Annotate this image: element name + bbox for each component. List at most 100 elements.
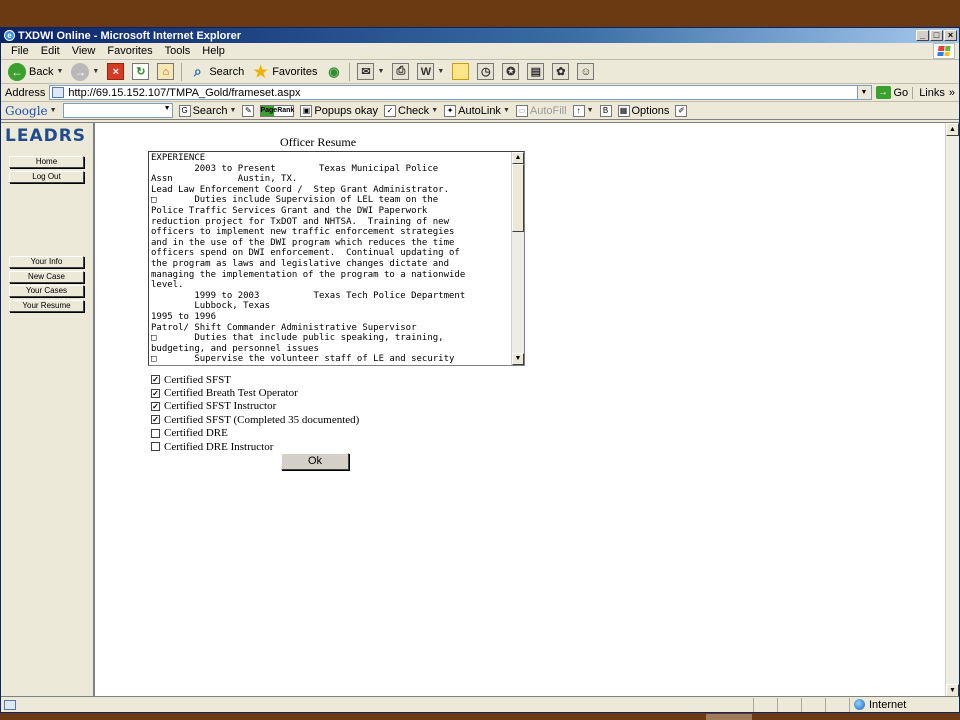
blogger-button[interactable]: B (599, 104, 612, 117)
security-zone[interactable]: Internet (849, 697, 959, 712)
mail-button[interactable]: ✉ ▼ (354, 61, 387, 83)
news-button[interactable]: ✎ (242, 104, 255, 117)
favorites-button[interactable]: ★ Favorites (249, 61, 320, 83)
maximize-button[interactable]: □ (930, 30, 943, 41)
google-search-dropdown-icon: ▼ (229, 107, 237, 114)
sidebar-item-home[interactable]: Home (9, 156, 84, 168)
print-icon: ⎙ (392, 63, 410, 80)
address-input[interactable]: http://69.15.152.107/TMPA_Gold/frameset.… (49, 85, 872, 100)
cert-label: Certified SFST (Completed 35 documented) (164, 413, 360, 426)
mail-dropdown-icon[interactable]: ▼ (377, 68, 384, 75)
medal-icon: ✿ (552, 63, 570, 80)
go-button[interactable]: → Go (875, 86, 908, 99)
star-icon: ★ (253, 63, 268, 81)
cert-row: ✓ Certified Breath Test Operator (151, 386, 359, 399)
resume-text: EXPERIENCE 2003 to Present Texas Municip… (151, 153, 466, 365)
go-arrow-icon: → (875, 86, 891, 99)
cert-checkbox[interactable]: ✓ (151, 415, 160, 425)
home-icon: ⌂ (157, 63, 175, 80)
award-button[interactable]: ✿ (549, 61, 572, 83)
popups-button[interactable]: ▣ Popups okay (300, 104, 378, 117)
ok-button[interactable]: Ok (281, 453, 349, 470)
sidebar-item-log-out[interactable]: Log Out (9, 171, 84, 183)
page-scroll-up-icon[interactable]: ▲ (946, 123, 959, 136)
page-title: Officer Resume (280, 135, 357, 149)
search-button[interactable]: ⌕ Search (186, 61, 247, 83)
cert-checkbox[interactable]: ✓ (151, 388, 160, 398)
address-label: Address (5, 86, 46, 99)
scroll-up-icon[interactable]: ▲ (512, 152, 524, 164)
leadrs-logo: LEADRS (5, 126, 87, 146)
scroll-thumb[interactable] (512, 164, 524, 232)
popup-blocker-icon: ▣ (300, 104, 313, 117)
resume-scrollbar[interactable]: ▲ ▼ (511, 152, 524, 365)
search-label: Search (209, 65, 245, 78)
search-icon: ⌕ (193, 63, 202, 79)
media-button[interactable]: ◉ (322, 61, 345, 83)
standard-toolbar: ← Back ▼ → ▼ × ↻ ⌂ ⌕ Search ★ Favorites … (1, 60, 959, 84)
sidebar-item-your-info[interactable]: Your Info (9, 256, 84, 268)
minimize-button[interactable]: _ (916, 30, 929, 41)
print-button[interactable]: ⎙ (389, 61, 412, 83)
edit-dropdown-icon[interactable]: ▼ (437, 68, 444, 75)
cert-checkbox[interactable]: ✓ (151, 401, 160, 411)
cert-checkbox[interactable] (151, 428, 160, 438)
popups-label: Popups okay (314, 104, 378, 117)
status-pane (777, 697, 801, 712)
google-logo: Google (5, 103, 48, 118)
menu-file[interactable]: File (5, 45, 35, 57)
stop-button[interactable]: × (104, 61, 127, 83)
back-button[interactable]: ← Back ▼ (5, 61, 66, 83)
toolbar-separator (349, 62, 351, 81)
cert-label: Certified Breath Test Operator (164, 387, 298, 400)
menu-tools[interactable]: Tools (159, 45, 197, 57)
note-button[interactable]: ▤ (524, 61, 547, 83)
sidebar-item-your-resume[interactable]: Your Resume (9, 300, 84, 312)
google-menu-button[interactable]: Google ▼ (5, 104, 57, 118)
links-button[interactable]: Links » (912, 86, 955, 99)
cert-checkbox[interactable] (151, 442, 160, 452)
sidebar-item-your-cases[interactable]: Your Cases (9, 285, 84, 297)
users-button[interactable]: ☺ (574, 61, 597, 83)
address-bar: Address http://69.15.152.107/TMPA_Gold/f… (1, 84, 959, 102)
options-button[interactable]: ▦ Options (617, 104, 669, 117)
zone-label: Internet (869, 698, 907, 711)
autolink-button[interactable]: ✦ AutoLink ▼ (444, 104, 510, 117)
pagerank-indicator[interactable]: PageRank (260, 104, 295, 117)
folder-button[interactable] (449, 61, 472, 83)
send-dropdown-icon: ▼ (586, 107, 594, 114)
spellcheck-button[interactable]: ✓ Check ▼ (384, 104, 438, 117)
scroll-down-icon[interactable]: ▼ (512, 353, 524, 365)
forward-dropdown-icon[interactable]: ▼ (92, 68, 99, 75)
menu-favorites[interactable]: Favorites (101, 45, 158, 57)
send-button[interactable]: ↑ ▼ (572, 104, 594, 117)
page-icon (52, 87, 65, 98)
stop-icon: × (107, 63, 125, 80)
cert-checkbox[interactable]: ✓ (151, 375, 160, 385)
menu-help[interactable]: Help (196, 45, 231, 57)
page-scrollbar[interactable]: ▲ ▼ (945, 123, 959, 697)
google-search-button[interactable]: G Search ▼ (178, 104, 237, 117)
back-dropdown-icon[interactable]: ▼ (56, 68, 63, 75)
refresh-button[interactable]: ↻ (129, 61, 152, 83)
links-chevron-icon: » (948, 86, 955, 99)
clock-icon: ◷ (477, 63, 495, 80)
main-panel: Officer Resume EXPERIENCE 2003 to Presen… (97, 123, 943, 697)
google-search-input[interactable] (62, 103, 173, 118)
autofill-button[interactable]: ▭ AutoFill (515, 104, 567, 117)
edit-word-button[interactable]: W ▼ (414, 61, 447, 83)
home-button[interactable]: ⌂ (154, 61, 177, 83)
messenger-button[interactable]: ✪ (499, 61, 522, 83)
menu-view[interactable]: View (66, 45, 102, 57)
refresh-icon: ↻ (132, 63, 150, 80)
forward-button[interactable]: → ▼ (68, 61, 102, 83)
address-url: http://69.15.152.107/TMPA_Gold/frameset.… (68, 86, 301, 99)
menu-edit[interactable]: Edit (35, 45, 66, 57)
address-dropdown-icon[interactable]: ▼ (856, 86, 871, 99)
close-button[interactable]: × (944, 30, 957, 41)
resume-textarea[interactable]: EXPERIENCE 2003 to Present Texas Municip… (148, 151, 525, 366)
sidebar-item-new-case[interactable]: New Case (9, 271, 84, 283)
clock-button[interactable]: ◷ (474, 61, 497, 83)
highlight-button[interactable]: ✐ (675, 104, 688, 117)
google-g-icon: G (178, 104, 191, 117)
